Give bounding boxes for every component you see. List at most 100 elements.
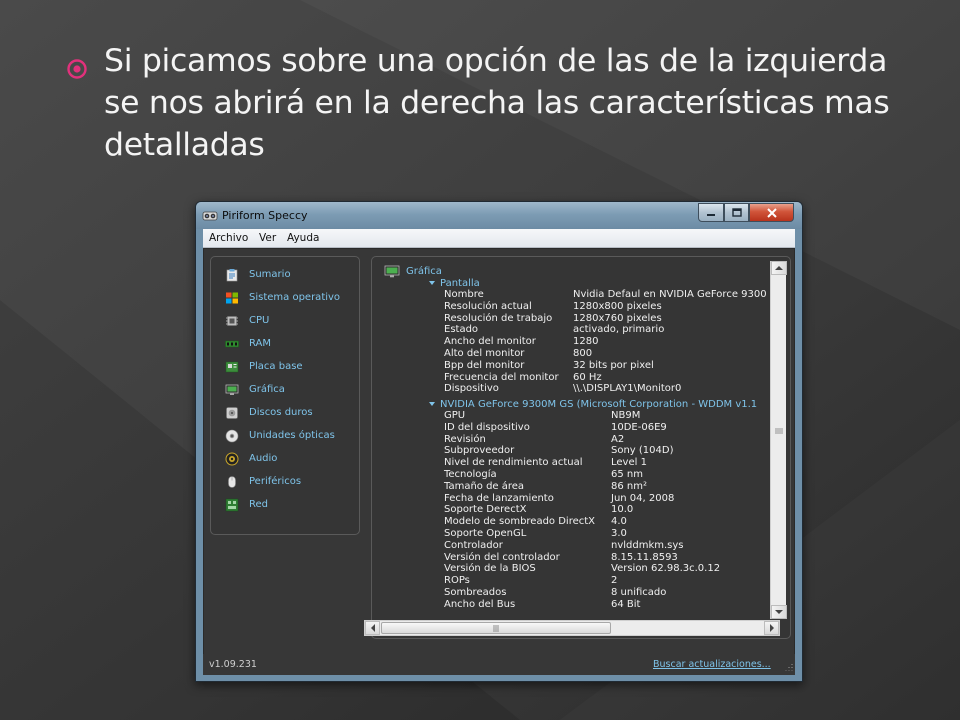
- property-value: 8 unificado: [611, 587, 667, 598]
- details-panel: Gráfica Pantalla Nombre Nvidia Defaul en …: [371, 256, 791, 639]
- property-value: Nvidia Defaul en NVIDIA GeForce 9300: [573, 289, 767, 300]
- sidebar-item-ram[interactable]: RAM: [225, 336, 357, 354]
- property-value: Jun 04, 2008: [611, 492, 675, 504]
- property-name: Dispositivo: [444, 383, 499, 395]
- property-value: 32 bits por pixel: [573, 359, 654, 371]
- vertical-scrollbar[interactable]: [770, 261, 787, 619]
- sidebar-item-sistema-operativo[interactable]: Sistema operativo: [225, 290, 357, 308]
- sidebar-item-label: Sistema operativo: [249, 292, 341, 303]
- sidebar-item-label: Discos duros: [249, 407, 313, 418]
- arrow-down-icon: [775, 610, 783, 614]
- resize-grip-icon[interactable]: [783, 661, 793, 671]
- sidebar-item-label: RAM: [249, 338, 272, 349]
- menu-ver[interactable]: Ver: [259, 232, 276, 244]
- menu-ayuda[interactable]: Ayuda: [287, 232, 319, 244]
- arrow-left-icon: [370, 624, 375, 632]
- monitor-icon: [225, 384, 239, 395]
- speaker-icon: [225, 452, 239, 466]
- sidebar-item-placa-base[interactable]: Placa base: [225, 359, 357, 377]
- property-name: Ancho del monitor: [444, 336, 536, 348]
- property-name: Sombreados: [444, 587, 507, 598]
- hard-disk-icon: [226, 407, 238, 419]
- menu-bar: Archivo Ver Ayuda: [203, 229, 795, 248]
- sidebar-item-label: Audio: [249, 453, 278, 464]
- arrow-up-icon: [775, 266, 783, 270]
- scroll-left-button[interactable]: [365, 621, 380, 635]
- property-name: Bpp del monitor: [444, 359, 525, 371]
- sidebar-item-discos-duros[interactable]: Discos duros: [225, 405, 357, 423]
- sidebar-item-label: CPU: [249, 315, 270, 326]
- check-updates-link[interactable]: Buscar actualizaciones...: [653, 659, 771, 670]
- menu-archivo[interactable]: Archivo: [209, 232, 248, 244]
- group-title-pantalla[interactable]: Pantalla: [440, 278, 480, 289]
- scroll-right-button[interactable]: [764, 621, 779, 635]
- property-name: Nombre: [444, 289, 484, 300]
- motherboard-icon: [225, 361, 239, 373]
- property-value: 2: [611, 575, 618, 587]
- scroll-grip-icon: [493, 625, 499, 632]
- property-name: Soporte DerectX: [444, 504, 527, 516]
- property-value: 800: [573, 348, 593, 359]
- property-name: Tamaño de área: [444, 480, 525, 492]
- speccy-window: Piriform Speccy Archivo Ver Ayuda Sumari…: [195, 201, 803, 682]
- property-value: activado, primario: [573, 324, 665, 336]
- sidebar-item-red[interactable]: Red: [225, 497, 357, 515]
- property-value: A2: [611, 433, 625, 445]
- collapse-triangle-icon[interactable]: [428, 400, 436, 408]
- title-bar[interactable]: Piriform Speccy: [196, 202, 802, 229]
- sidebar-item-sumario[interactable]: Sumario: [225, 267, 357, 285]
- horizontal-scroll-thumb[interactable]: [381, 622, 611, 634]
- property-value: NB9M: [611, 410, 641, 421]
- property-value: nvlddmkm.sys: [611, 539, 684, 551]
- windows-icon: [226, 292, 238, 304]
- maximize-button[interactable]: [724, 203, 749, 222]
- close-button[interactable]: [749, 203, 794, 222]
- horizontal-scrollbar[interactable]: [364, 620, 780, 636]
- sidebar-item-label: Sumario: [249, 269, 291, 280]
- sidebar-item-cpu[interactable]: CPU: [225, 313, 357, 331]
- clipboard-icon: [226, 269, 238, 282]
- sidebar-item-perifericos[interactable]: Periféricos: [225, 474, 357, 492]
- property-name: Revisión: [444, 433, 486, 445]
- sidebar-item-label: Unidades ópticas: [249, 430, 335, 441]
- property-name: Nivel de rendimiento actual: [444, 457, 583, 469]
- scroll-up-button[interactable]: [771, 261, 787, 275]
- minimize-button[interactable]: [698, 203, 724, 222]
- version-label: v1.09.231: [209, 659, 257, 670]
- sidebar: Sumario Sistema operativo CPU RAM Placa …: [210, 256, 360, 535]
- property-name: Subproveedor: [444, 445, 515, 457]
- property-name: Resolución de trabajo: [444, 312, 553, 324]
- minimize-icon: [707, 213, 715, 216]
- sidebar-item-grafica[interactable]: Gráfica: [225, 382, 357, 400]
- property-value: Level 1: [611, 457, 647, 469]
- property-value: 64 Bit: [611, 598, 641, 610]
- property-value: 10.0: [611, 504, 634, 516]
- sidebar-item-label: Placa base: [249, 361, 303, 372]
- property-name: Resolución actual: [444, 300, 532, 312]
- property-value: \\.\DISPLAY1\Monitor0: [573, 383, 682, 395]
- property-value: 1280x760 pixeles: [573, 312, 662, 324]
- property-value: Version 62.98.3c.0.12: [611, 563, 721, 575]
- property-name: Ancho del Bus: [444, 598, 516, 610]
- scroll-grip-icon[interactable]: [775, 427, 783, 435]
- status-bar: v1.09.231 Buscar actualizaciones...: [203, 654, 795, 675]
- sidebar-item-label: Periféricos: [249, 476, 302, 487]
- group-title-gpu[interactable]: NVIDIA GeForce 9300M GS (Microsoft Corpo…: [440, 399, 757, 410]
- property-name: Frecuencia del monitor: [444, 371, 559, 383]
- optical-disc-icon: [225, 429, 239, 443]
- sidebar-item-label: Red: [249, 499, 268, 510]
- property-value: 3.0: [611, 528, 627, 539]
- sidebar-item-audio[interactable]: Audio: [225, 451, 357, 469]
- property-name: Versión de la BIOS: [444, 563, 536, 575]
- property-name: Soporte OpenGL: [444, 528, 527, 539]
- collapse-triangle-icon[interactable]: [428, 279, 436, 287]
- property-name: Versión del controlador: [444, 551, 560, 563]
- slide-bullet-text: Si picamos sobre una opción de las de la…: [104, 43, 890, 163]
- property-value: 8.15.11.8593: [611, 551, 678, 563]
- ram-icon: [225, 340, 239, 348]
- sidebar-item-unidades-opticas[interactable]: Unidades ópticas: [225, 428, 357, 446]
- window-title: Piriform Speccy: [222, 209, 308, 222]
- scroll-down-button[interactable]: [771, 605, 787, 619]
- property-value: 1280x800 pixeles: [573, 300, 662, 312]
- sidebar-item-label: Gráfica: [249, 384, 285, 395]
